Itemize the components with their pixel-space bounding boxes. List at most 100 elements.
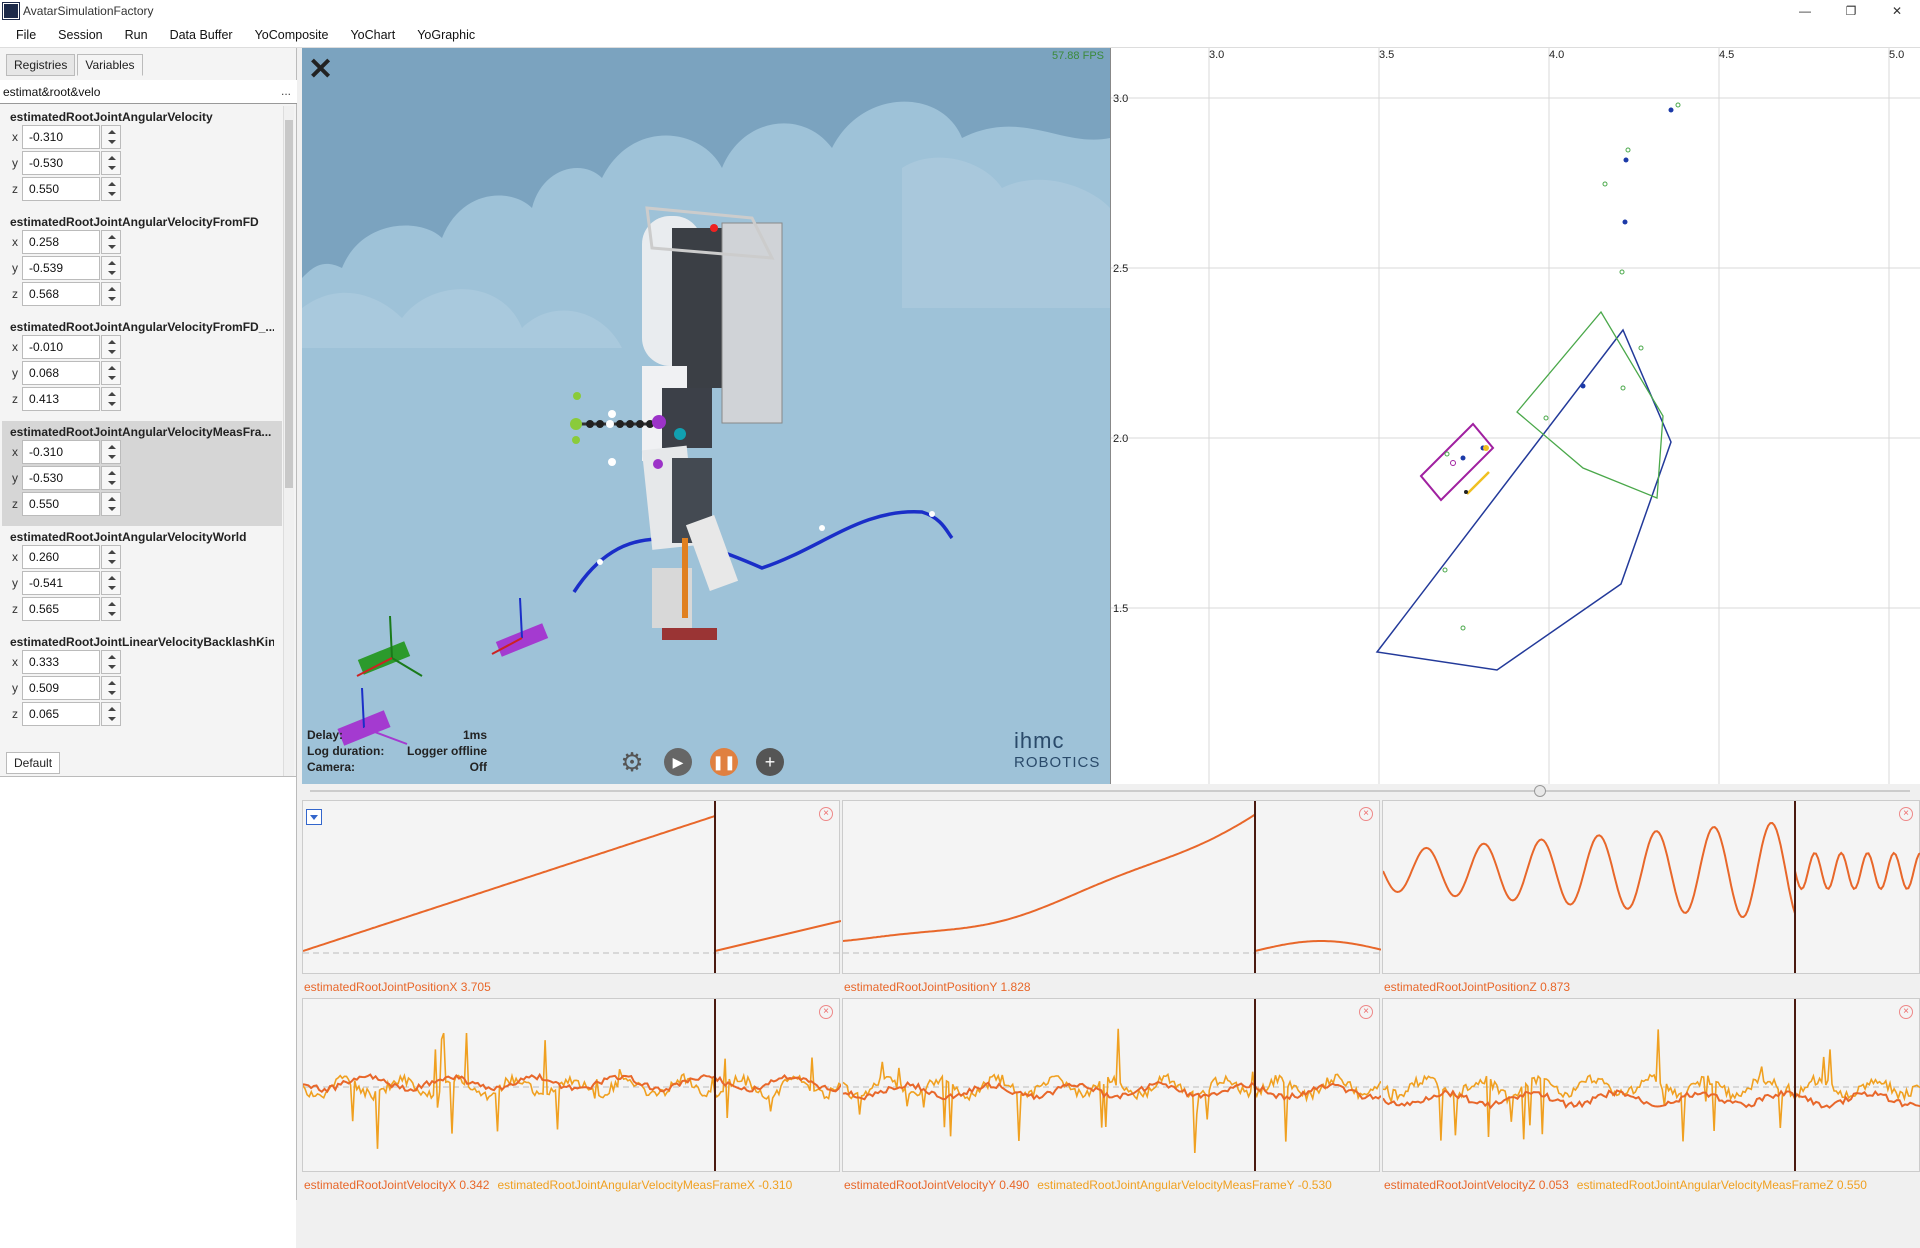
variable-value-field[interactable]: 0.068: [22, 361, 100, 385]
variable-value-field[interactable]: -0.530: [22, 151, 100, 175]
menu-yochart[interactable]: YoChart: [350, 28, 395, 42]
menu-file[interactable]: File: [16, 28, 36, 42]
add-button[interactable]: +: [756, 748, 784, 776]
value-spinner[interactable]: [101, 676, 121, 700]
graph-variable-label[interactable]: estimatedRootJointPositionX 3.705: [304, 980, 491, 994]
pause-button[interactable]: ❚❚: [710, 748, 738, 776]
variable-group[interactable]: estimatedRootJointAngularVelocityFromFD x…: [2, 211, 282, 316]
x-tick-label: 4.0: [1549, 49, 1564, 61]
play-button[interactable]: ▶: [664, 748, 692, 776]
value-spinner[interactable]: [101, 702, 121, 726]
graph-variable-label[interactable]: estimatedRootJointVelocityZ 0.053: [1384, 1178, 1569, 1192]
variable-search-input[interactable]: [3, 83, 265, 101]
title-bar: AvatarSimulationFactory — ❐ ✕: [0, 0, 1920, 22]
variable-row-y: y -0.530: [2, 465, 282, 491]
variable-value-field[interactable]: 0.065: [22, 702, 100, 726]
value-spinner[interactable]: [101, 151, 121, 175]
value-spinner[interactable]: [101, 545, 121, 569]
variable-value-field[interactable]: 0.550: [22, 492, 100, 516]
remove-graph-icon[interactable]: ×: [1899, 1005, 1913, 1019]
graph-variable-label[interactable]: estimatedRootJointPositionY 1.828: [844, 980, 1031, 994]
variable-group[interactable]: estimatedRootJointAngularVelocityMeasFra…: [2, 421, 282, 526]
variable-value-field[interactable]: -0.310: [22, 125, 100, 149]
variable-group[interactable]: estimatedRootJointAngularVelocityWorld x 0…: [2, 526, 282, 631]
value-spinner[interactable]: [101, 282, 121, 306]
remove-graph-icon[interactable]: ×: [819, 1005, 833, 1019]
variable-value-field[interactable]: -0.310: [22, 440, 100, 464]
scrollbar-thumb[interactable]: [285, 120, 293, 488]
variable-row-x: x -0.010: [2, 334, 282, 360]
variable-list[interactable]: estimatedRootJointAngularVelocity x -0.310…: [2, 106, 282, 786]
remove-graph-icon[interactable]: ×: [819, 807, 833, 821]
variable-value-field[interactable]: -0.539: [22, 256, 100, 280]
left-tabs: Registries Variables: [6, 54, 145, 76]
axis-label: z: [12, 497, 18, 511]
value-spinner[interactable]: [101, 571, 121, 595]
graph-panel[interactable]: ×: [842, 800, 1382, 974]
value-spinner[interactable]: [101, 466, 121, 490]
close-view-icon[interactable]: ✕: [308, 52, 333, 87]
variable-group[interactable]: estimatedRootJointLinearVelocityBacklash…: [2, 631, 282, 736]
variable-value-field[interactable]: 0.568: [22, 282, 100, 306]
restore-button[interactable]: ❐: [1828, 0, 1874, 22]
graph-panel[interactable]: ×: [842, 998, 1382, 1172]
info-value: Logger offline: [407, 744, 487, 758]
value-spinner[interactable]: [101, 387, 121, 411]
graph-panel[interactable]: ×: [1382, 998, 1920, 1172]
value-spinner[interactable]: [101, 335, 121, 359]
graph-variable-label[interactable]: estimatedRootJointVelocityX 0.342: [304, 1178, 489, 1192]
value-spinner[interactable]: [101, 597, 121, 621]
graph-variable-label[interactable]: estimatedRootJointAngularVelocityMeasFra…: [1577, 1178, 1867, 1192]
menu-yographic[interactable]: YoGraphic: [417, 28, 475, 42]
value-spinner[interactable]: [101, 440, 121, 464]
value-spinner[interactable]: [101, 230, 121, 254]
graph-variable-label[interactable]: estimatedRootJointVelocityY 0.490: [844, 1178, 1029, 1192]
variable-value-field[interactable]: 0.260: [22, 545, 100, 569]
value-spinner[interactable]: [101, 650, 121, 674]
graph-panel[interactable]: ×: [1382, 800, 1920, 974]
value-spinner[interactable]: [101, 177, 121, 201]
variable-list-scrollbar[interactable]: [283, 106, 294, 786]
graph-panel[interactable]: ×: [302, 800, 842, 974]
time-slider-track[interactable]: [310, 790, 1910, 792]
value-spinner[interactable]: [101, 492, 121, 516]
menu-data-buffer[interactable]: Data Buffer: [170, 28, 233, 42]
variable-group[interactable]: estimatedRootJointAngularVelocityFromFD_…: [2, 316, 282, 421]
value-spinner[interactable]: [101, 361, 121, 385]
graph-variable-label[interactable]: estimatedRootJointAngularVelocityMeasFra…: [497, 1178, 792, 1192]
variable-value-field[interactable]: -0.010: [22, 335, 100, 359]
variable-value-field[interactable]: 0.550: [22, 177, 100, 201]
variable-value-field[interactable]: 0.413: [22, 387, 100, 411]
variable-group[interactable]: estimatedRootJointAngularVelocity x -0.310…: [2, 106, 282, 211]
tab-registries[interactable]: Registries: [6, 54, 76, 76]
settings-gear-icon[interactable]: ⚙: [618, 747, 646, 777]
remove-graph-icon[interactable]: ×: [1359, 807, 1373, 821]
variable-value-field[interactable]: -0.541: [22, 571, 100, 595]
variable-value-field[interactable]: 0.333: [22, 650, 100, 674]
graph-panel[interactable]: ×: [302, 998, 842, 1172]
variable-value-field[interactable]: -0.530: [22, 466, 100, 490]
minimize-button[interactable]: —: [1782, 0, 1828, 22]
time-slider-knob[interactable]: [1534, 785, 1546, 797]
graph-variable-label[interactable]: estimatedRootJointAngularVelocityMeasFra…: [1037, 1178, 1332, 1192]
value-spinner[interactable]: [101, 125, 121, 149]
remove-graph-icon[interactable]: ×: [1359, 1005, 1373, 1019]
variable-value-field[interactable]: 0.509: [22, 676, 100, 700]
more-options-button[interactable]: ...: [281, 84, 291, 98]
variable-row-y: y 0.509: [2, 675, 282, 701]
tab-default[interactable]: Default: [6, 752, 61, 774]
graph-variable-label[interactable]: estimatedRootJointPositionZ 0.873: [1384, 980, 1570, 994]
3d-view[interactable]: 57.88 FPS ✕ Delay: 1ms Log duration: Logge…: [302, 48, 1110, 784]
tab-variables[interactable]: Variables: [77, 54, 143, 76]
menu-yocomposite[interactable]: YoComposite: [255, 28, 329, 42]
variable-value-field[interactable]: 0.258: [22, 230, 100, 254]
value-spinner[interactable]: [101, 256, 121, 280]
variable-value-field[interactable]: 0.565: [22, 597, 100, 621]
menu-session[interactable]: Session: [58, 28, 102, 42]
graph-menu-dropdown-icon[interactable]: [306, 809, 322, 825]
variable-row-z: z 0.550: [2, 176, 282, 202]
close-window-button[interactable]: ✕: [1874, 0, 1920, 22]
remove-graph-icon[interactable]: ×: [1899, 807, 1913, 821]
2d-plotter[interactable]: 3.0 3.5 4.0 4.5 5.0 3.0 2.5 2.0 1.5: [1110, 48, 1920, 784]
menu-run[interactable]: Run: [125, 28, 148, 42]
